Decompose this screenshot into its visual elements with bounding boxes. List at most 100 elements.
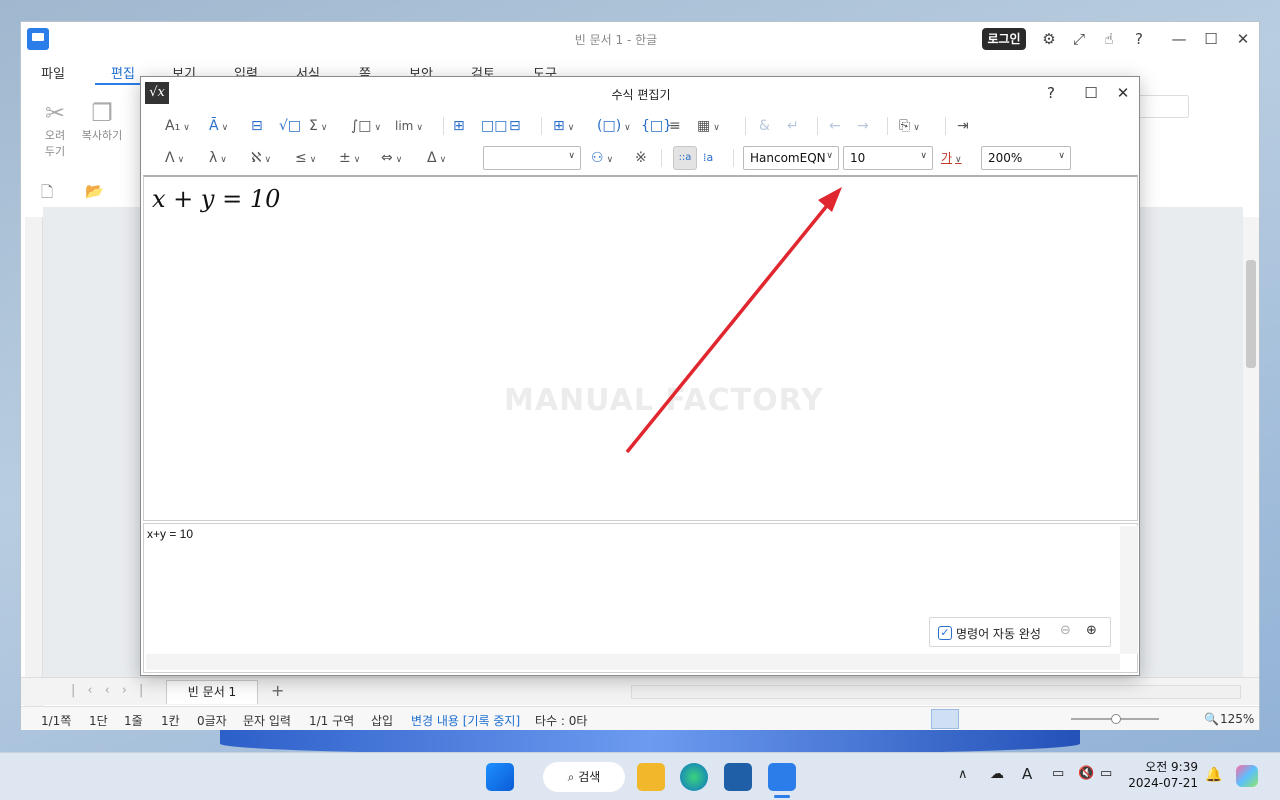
- minimize-icon[interactable]: —: [1166, 26, 1192, 52]
- zoom-out-icon[interactable]: ⊖: [1060, 623, 1071, 638]
- font-name-select[interactable]: HancomEQN ∨: [743, 146, 839, 170]
- dialog-maximize-icon[interactable]: ☐: [1079, 82, 1103, 104]
- symbol-button[interactable]: ※: [635, 145, 647, 171]
- insert-equation-button[interactable]: ⇥: [957, 113, 969, 139]
- clock-time: 오전 9:39: [1145, 760, 1198, 774]
- copilot-icon[interactable]: [1236, 765, 1258, 787]
- limit-button[interactable]: lim ∨: [395, 113, 423, 139]
- open-folder-icon[interactable]: 📂: [85, 182, 104, 204]
- arrow-symbol-button[interactable]: ⇔ ∨: [381, 145, 402, 171]
- vertical-scroll-thumb[interactable]: [1246, 260, 1256, 368]
- network-icon[interactable]: ▭: [1052, 766, 1064, 781]
- equation-script-text: x+y = 10: [147, 527, 194, 541]
- misc-symbol-button[interactable]: Δ ∨: [427, 145, 446, 171]
- root-button[interactable]: √□: [279, 113, 301, 139]
- equation-toolbar-row-2: Λ ∨ λ ∨ ℵ ∨ ≤ ∨ ± ∨ ⇔ ∨ Δ ∨ ∨ ⚇ ∨ ※ ::a ⁞a Hanco…: [161, 145, 1131, 171]
- login-button[interactable]: 로그인: [982, 28, 1026, 50]
- copy-button[interactable]: ❐ 복사하기: [77, 98, 127, 144]
- redo-button[interactable]: →: [857, 113, 869, 139]
- battery-icon[interactable]: ▭: [1100, 766, 1112, 781]
- taskbar-search[interactable]: ⌕ 검색: [543, 762, 625, 792]
- document-tab[interactable]: 빈 문서 1: [166, 680, 258, 704]
- cases-button[interactable]: {□}: [641, 113, 672, 139]
- decoration-button[interactable]: Ā ∨: [209, 113, 228, 139]
- arrow-line: [625, 195, 836, 454]
- operator-button[interactable]: ± ∨: [339, 145, 360, 171]
- maximize-icon[interactable]: ☐: [1198, 26, 1224, 52]
- spacing-button[interactable]: ⁞a: [703, 145, 713, 171]
- window-title: 빈 문서 1 - 한글: [574, 33, 658, 47]
- fullscreen-icon[interactable]: ⤢: [1066, 26, 1092, 52]
- integral-icon: ∫□: [351, 118, 372, 134]
- horizontal-scrollbar[interactable]: [631, 685, 1241, 699]
- matrix-right-button[interactable]: ⊟: [509, 113, 521, 139]
- start-windows-icon[interactable]: [486, 763, 514, 791]
- matrix-center-button[interactable]: □□: [481, 113, 507, 139]
- equation-script-input[interactable]: x+y = 10 ✓ 명령어 자동 완성 ⊖ ⊕: [143, 523, 1138, 673]
- show-hidden-icons-chevron-up-icon[interactable]: ∧: [958, 767, 968, 782]
- edge-browser-icon[interactable]: [680, 763, 708, 791]
- align-button[interactable]: ≡: [669, 113, 681, 139]
- zoom-in-icon[interactable]: ⊕: [1086, 623, 1097, 638]
- greek-upper-button[interactable]: Λ ∨: [165, 145, 184, 171]
- status-track-changes[interactable]: 변경 내용 [기록 중지]: [411, 712, 520, 729]
- dialog-help-button[interactable]: ?: [1039, 82, 1063, 104]
- status-column: 1단: [89, 714, 108, 728]
- equation-preview-area[interactable]: x + y = 10 MANUAL FACTORY: [143, 175, 1138, 521]
- zoom-select[interactable]: 200% ∨: [981, 146, 1071, 170]
- status-insert[interactable]: 삽입: [371, 712, 393, 729]
- dialog-close-icon[interactable]: ✕: [1111, 82, 1135, 104]
- taskbar-search-label: 검색: [578, 770, 601, 784]
- cut-button[interactable]: ✂ 오려 두기: [35, 98, 75, 160]
- ime-icon[interactable]: A: [1022, 765, 1032, 783]
- line-break-button[interactable]: ↵: [787, 113, 799, 139]
- relation-button[interactable]: ≤ ∨: [295, 145, 316, 171]
- brackets-button[interactable]: (□) ∨: [597, 113, 631, 139]
- italic-toggle-button[interactable]: ::a: [673, 146, 697, 170]
- settings-gear-icon[interactable]: ⚙: [1036, 26, 1062, 52]
- font-color-button[interactable]: 가 ∨: [941, 145, 962, 171]
- font-size-select[interactable]: 10 ∨: [843, 146, 933, 170]
- zoom-slider-handle[interactable]: [1111, 714, 1121, 724]
- fraction-button[interactable]: ⊟: [251, 113, 263, 139]
- zoom-magnifier-icon[interactable]: 🔍: [1204, 712, 1219, 726]
- new-document-icon[interactable]: 🗋: [41, 182, 53, 204]
- cloud-offline-icon[interactable]: ☁: [990, 766, 1004, 782]
- help-icon[interactable]: ?: [1126, 26, 1152, 52]
- sum-button[interactable]: Σ ∨: [309, 113, 327, 139]
- file-explorer-icon[interactable]: [637, 763, 665, 791]
- script-horizontal-scrollbar[interactable]: [146, 654, 1120, 670]
- subscript-superscript-button[interactable]: A₁ ∨: [165, 113, 190, 139]
- hangul-taskbar-icon[interactable]: [768, 763, 796, 791]
- greek-lower-button[interactable]: λ ∨: [209, 145, 227, 171]
- convert-button[interactable]: ⎘ ∨: [899, 113, 920, 139]
- menu-edit[interactable]: 편집: [111, 63, 135, 82]
- close-icon[interactable]: ✕: [1230, 26, 1256, 52]
- copy-icon: ❐: [91, 99, 113, 127]
- arrange-button[interactable]: ⊞ ∨: [553, 113, 574, 139]
- matrix-button[interactable]: ▦ ∨: [697, 113, 720, 139]
- undo-button[interactable]: ←: [829, 113, 841, 139]
- system-clock[interactable]: 오전 9:39 2024-07-21: [1126, 759, 1198, 791]
- menu-file[interactable]: 파일: [41, 63, 65, 82]
- equation-editor-dialog: √x 수식 편집기 ? ☐ ✕ A₁ ∨ Ā ∨ ⊟ √□ Σ ∨ ∫□ ∨ lim ∨ …: [140, 76, 1140, 676]
- integral-button[interactable]: ∫□ ∨: [351, 113, 381, 139]
- matrix-left-button[interactable]: ⊞: [453, 113, 465, 139]
- add-tab-icon[interactable]: +: [271, 681, 284, 700]
- root-icon: √□: [279, 118, 302, 134]
- page-view-icon[interactable]: [931, 709, 959, 729]
- ampersand-button[interactable]: &: [759, 113, 770, 139]
- text-color-person-button[interactable]: ⚇ ∨: [591, 145, 613, 171]
- ms-store-icon[interactable]: [724, 763, 752, 791]
- script-vertical-scrollbar[interactable]: [1120, 526, 1138, 654]
- notification-bell-icon[interactable]: 🔔: [1205, 767, 1222, 783]
- volume-icon[interactable]: 🔇: [1078, 766, 1094, 781]
- autocomplete-checkbox[interactable]: ✓: [938, 626, 952, 640]
- tab-nav-icons[interactable]: |‹‹›|: [71, 683, 155, 698]
- separator: [887, 117, 888, 135]
- convert-icon: ⎘: [899, 118, 911, 134]
- hebrew-button[interactable]: ℵ ∨: [251, 145, 271, 171]
- status-zoom[interactable]: 125%: [1220, 712, 1254, 726]
- style-select[interactable]: ∨: [483, 146, 581, 170]
- touch-mode-icon[interactable]: ☝: [1096, 26, 1122, 52]
